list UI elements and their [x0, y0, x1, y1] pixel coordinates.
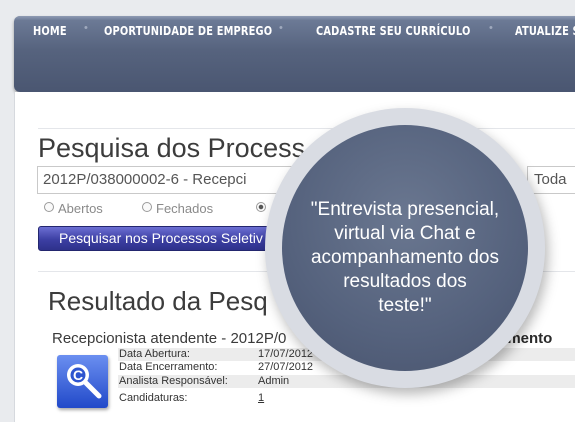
divider [38, 128, 575, 129]
nav-oportunidade-emprego[interactable]: OPORTUNIDADE DE EMPREGO [104, 24, 272, 38]
radio-abertos-label: Abertos [58, 201, 103, 216]
radio-selected-icon [256, 202, 266, 212]
radio-circle-icon [44, 202, 54, 212]
nav-separator: • [84, 22, 88, 34]
callout-quote: "Entrevista presencial, virtual via Chat… [282, 198, 528, 318]
svg-text:C: C [73, 367, 83, 383]
candidaturas-link[interactable]: 1 [258, 392, 264, 404]
quote-line: teste!" [378, 295, 432, 316]
nav-cadastre-curriculo[interactable]: CADASTRE SEU CURRÍCULO [316, 24, 471, 38]
search-processes-button[interactable]: Pesquisar nos Processos Seletiv [38, 226, 288, 251]
nav-atualize[interactable]: ATUALIZE S [515, 24, 575, 38]
result-item-title[interactable]: Recepcionista atendente - 2012P/0 [52, 330, 286, 347]
detail-value: Admin [258, 375, 290, 387]
results-title: Resultado da Pesq [48, 286, 268, 316]
detail-value: 17/07/2012 [258, 348, 314, 360]
quote-line: virtual via Chat e [334, 223, 476, 244]
nav-home[interactable]: HOME [33, 24, 67, 38]
search-document-icon: C [57, 355, 108, 408]
detail-value: 27/07/2012 [258, 361, 314, 373]
quote-line: acompanhamento dos [310, 247, 499, 268]
radio-todos[interactable] [256, 201, 270, 216]
detail-label: Data Encerramento: [119, 361, 218, 373]
quote-line: "Entrevista presencial, [310, 199, 500, 220]
nav-separator: • [489, 22, 493, 34]
status-select[interactable]: Toda [527, 166, 575, 194]
radio-circle-icon [142, 202, 152, 212]
detail-row-candidaturas: Candidaturas: 1 [118, 392, 575, 405]
quote-line: resultados dos [343, 271, 467, 292]
detail-label: Candidaturas: [119, 392, 188, 404]
nav-highlight [14, 16, 575, 20]
search-title: Pesquisa dos Process [38, 133, 306, 163]
detail-label: Data Abertura: [119, 348, 190, 360]
radio-abertos[interactable]: Abertos [44, 201, 103, 216]
radio-fechados-label: Fechados [156, 201, 214, 216]
nav-separator: • [279, 22, 283, 34]
radio-fechados[interactable]: Fechados [142, 201, 213, 216]
detail-label: Analista Responsável: [119, 375, 228, 387]
